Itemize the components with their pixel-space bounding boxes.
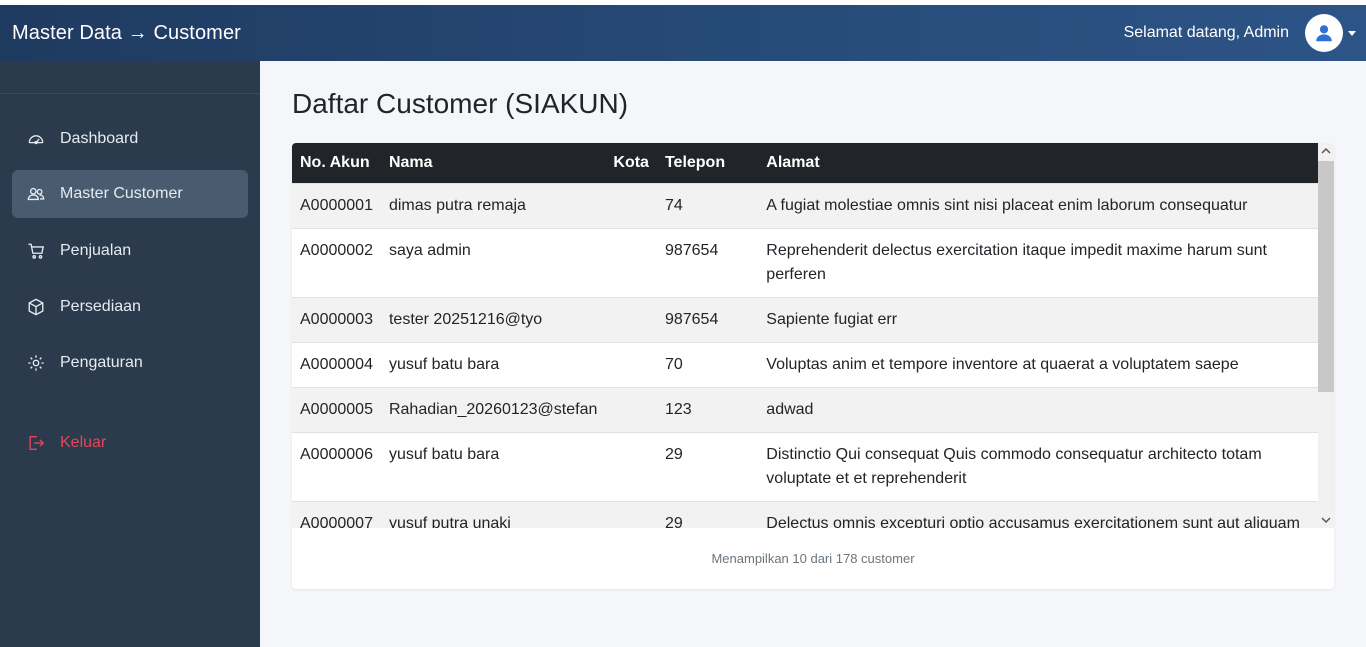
sidebar-item-dashboard[interactable]: Dashboard	[12, 115, 248, 163]
main-content: Daftar Customer (SIAKUN) No. Akun Nama K…	[260, 61, 1366, 647]
cell-no-akun: A0000001	[292, 182, 381, 228]
cell-alamat: adwad	[758, 386, 1318, 432]
cell-no-akun: A0000003	[292, 296, 381, 342]
cell-kota	[605, 341, 657, 387]
cell-no-akun: A0000005	[292, 386, 381, 432]
cell-nama: saya admin	[380, 227, 606, 297]
cell-nama: dimas putra remaja	[380, 182, 606, 228]
cell-alamat: Sapiente fugiat err	[758, 296, 1318, 342]
logout-label: Keluar	[60, 434, 107, 451]
table-row[interactable]: A0000006 yusuf batu bara 29 Distinctio Q…	[292, 431, 1318, 501]
logout-icon	[26, 433, 46, 453]
table-scroll-area[interactable]: No. Akun Nama Kota Telepon Alamat A00000…	[292, 143, 1318, 528]
cell-nama: tester 20251216@tyo	[380, 296, 606, 342]
sidebar-item-label: Pengaturan	[60, 354, 143, 371]
vertical-scrollbar[interactable]	[1318, 143, 1334, 528]
cell-no-akun: A0000004	[292, 341, 381, 387]
table-row[interactable]: A0000005 Rahadian_20260123@stefan 123 ad…	[292, 386, 1318, 432]
cell-no-akun: A0000002	[292, 227, 381, 297]
table-row[interactable]: A0000003 tester 20251216@tyo 987654 Sapi…	[292, 296, 1318, 342]
cell-telepon: 987654	[656, 296, 759, 342]
user-area: Selamat datang, Admin	[1124, 14, 1366, 52]
cell-nama: Rahadian_20260123@stefan	[380, 386, 606, 432]
cell-kota	[605, 500, 657, 528]
gauge-icon	[26, 129, 46, 149]
cell-nama: yusuf batu bara	[380, 431, 606, 501]
sidebar-item-label: Dashboard	[60, 130, 139, 147]
customer-table: No. Akun Nama Kota Telepon Alamat A00000…	[292, 143, 1318, 528]
cell-kota	[605, 296, 657, 342]
column-header-telepon[interactable]: Telepon	[657, 143, 758, 183]
column-header-nama[interactable]: Nama	[381, 143, 605, 183]
page-title: Daftar Customer (SIAKUN)	[292, 88, 629, 119]
sidebar-item-penjualan[interactable]: Penjualan	[12, 227, 248, 275]
user-icon	[1316, 25, 1332, 42]
user-avatar-button[interactable]	[1305, 14, 1343, 52]
cell-kota	[605, 182, 657, 228]
cell-no-akun: A0000007	[292, 500, 381, 528]
cell-alamat: Delectus omnis excepturi optio accusamus…	[758, 500, 1318, 528]
sidebar-item-label: Master Customer	[60, 185, 183, 202]
cell-alamat: Reprehenderit delectus exercitation itaq…	[758, 227, 1318, 297]
sidebar-item-master-customer[interactable]: Master Customer	[12, 170, 248, 218]
cell-telepon: 70	[656, 341, 759, 387]
column-header-no-akun[interactable]: No. Akun	[292, 143, 381, 183]
chevron-down-icon[interactable]	[1348, 30, 1356, 36]
table-row[interactable]: A0000002 saya admin 987654 Reprehenderit…	[292, 227, 1318, 297]
cell-telepon: 74	[656, 182, 759, 228]
sidebar-item-label: Penjualan	[60, 242, 132, 259]
cell-kota	[605, 386, 657, 432]
customer-table-card: No. Akun Nama Kota Telepon Alamat A00000…	[292, 143, 1334, 589]
sidebar-divider	[0, 93, 260, 94]
cell-alamat: Distinctio Qui consequat Quis commodo co…	[758, 431, 1318, 501]
table-row[interactable]: A0000004 yusuf batu bara 70 Voluptas ani…	[292, 341, 1318, 387]
logout-button[interactable]: Keluar	[12, 419, 248, 467]
cell-alamat: A fugiat molestiae omnis sint nisi place…	[758, 182, 1318, 228]
cell-telepon: 29	[656, 500, 759, 528]
cell-nama: yusuf putra unaki	[380, 500, 606, 528]
table-header-row: No. Akun Nama Kota Telepon Alamat	[292, 143, 1318, 183]
cell-nama: yusuf batu bara	[380, 341, 606, 387]
welcome-text: Selamat datang, Admin	[1123, 24, 1289, 41]
gear-icon	[26, 353, 46, 373]
scroll-up-icon[interactable]	[1321, 146, 1331, 156]
column-header-kota[interactable]: Kota	[605, 143, 657, 183]
column-header-alamat[interactable]: Alamat	[758, 143, 1318, 183]
cell-telepon: 123	[656, 386, 759, 432]
table-row[interactable]: A0000001 dimas putra remaja 74 A fugiat …	[292, 182, 1318, 228]
cart-icon	[26, 241, 46, 261]
table-row[interactable]: A0000007 yusuf putra unaki 29 Delectus o…	[292, 500, 1318, 528]
users-icon	[26, 184, 46, 204]
table-footer-summary: Menampilkan 10 dari 178 customer	[711, 551, 915, 566]
cell-kota	[605, 431, 657, 501]
sidebar-item-label: Persediaan	[60, 298, 141, 315]
scrollbar-thumb[interactable]	[1318, 161, 1334, 392]
cell-alamat: Voluptas anim et tempore inventore at qu…	[758, 341, 1318, 387]
cell-telepon: 29	[656, 431, 759, 501]
cell-telepon: 987654	[656, 227, 759, 297]
sidebar: Dashboard Master Customer Penjualan Pers…	[0, 61, 260, 647]
top-bar: Master Data → Customer Selamat datang, A…	[0, 5, 1366, 61]
box-icon	[26, 297, 46, 317]
scroll-down-icon[interactable]	[1321, 515, 1331, 525]
sidebar-item-pengaturan[interactable]: Pengaturan	[12, 339, 248, 387]
sidebar-item-persediaan[interactable]: Persediaan	[12, 283, 248, 331]
breadcrumb-title: Master Data → Customer	[12, 21, 241, 44]
cell-kota	[605, 227, 657, 297]
cell-no-akun: A0000006	[292, 431, 381, 501]
